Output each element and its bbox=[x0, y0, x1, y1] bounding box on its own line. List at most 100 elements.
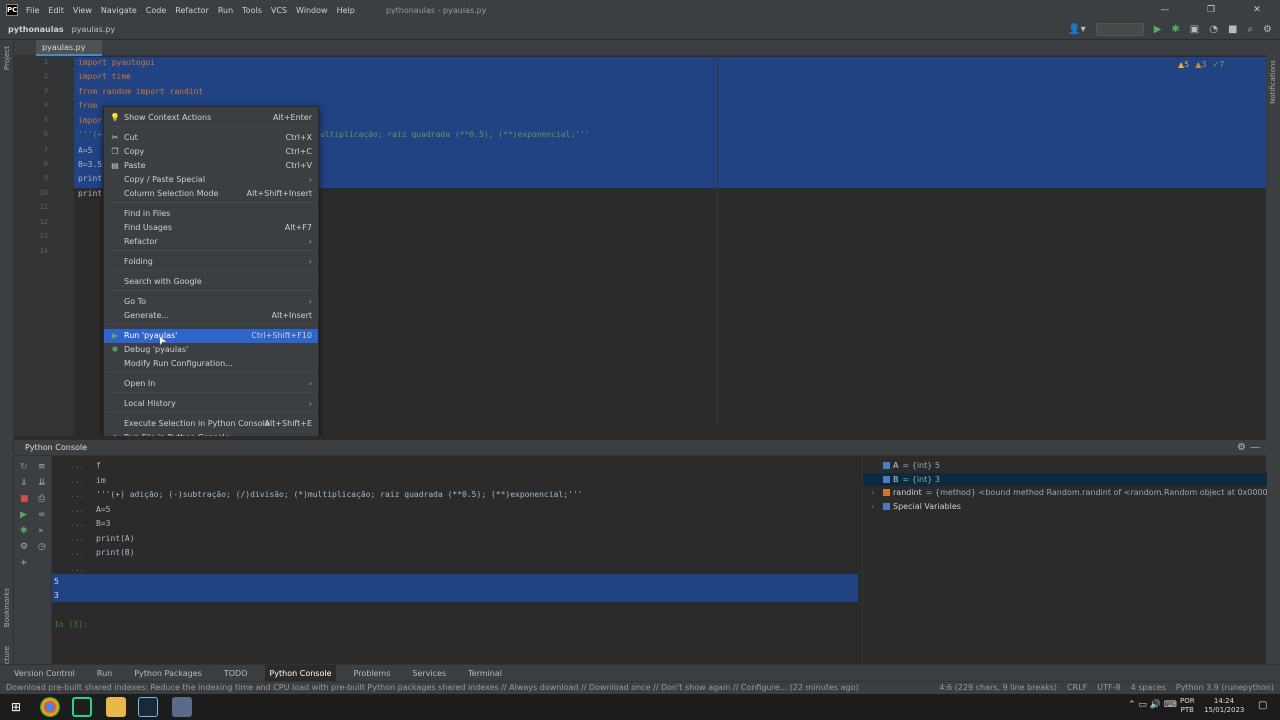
maximize-icon[interactable]: ❐ bbox=[1188, 0, 1234, 20]
tool-tab-python-console[interactable]: Python Console bbox=[265, 664, 336, 682]
profile-icon[interactable]: ◔ bbox=[1209, 24, 1218, 35]
menu-item-refactor[interactable]: Refactor bbox=[175, 6, 209, 15]
tool-tab-run[interactable]: Run bbox=[93, 665, 116, 682]
menu-item-vcs[interactable]: VCS bbox=[271, 6, 287, 15]
gear-icon[interactable]: ⚙ bbox=[1263, 24, 1272, 35]
run-configuration-select[interactable] bbox=[1095, 23, 1144, 36]
menu-item-search-with-google[interactable]: Search with Google bbox=[104, 275, 318, 289]
tab-pyaulas[interactable]: pyaulas.py bbox=[36, 40, 102, 56]
infinity-icon[interactable]: ∞ bbox=[38, 510, 46, 520]
menu-item-go-to[interactable]: Go To › bbox=[104, 295, 318, 309]
variable-row[interactable]: › Special Variables bbox=[863, 500, 1267, 513]
menu-item-refactor[interactable]: Refactor › bbox=[104, 235, 318, 249]
hide-panel-icon[interactable]: — bbox=[1250, 442, 1260, 453]
clock-icon[interactable]: ◷ bbox=[38, 542, 46, 552]
menu-item-run-pyaulas[interactable]: ▶ Run 'pyaulas' Ctrl+Shift+F10 bbox=[104, 329, 318, 343]
project-tool-tab[interactable]: Project bbox=[3, 46, 11, 70]
debug-console-icon[interactable]: ✱ bbox=[20, 526, 28, 536]
input-language[interactable]: POR PTB bbox=[1180, 697, 1195, 715]
menu-item-cut[interactable]: ✂ Cut Ctrl+X bbox=[104, 131, 318, 145]
menu-item-column-selection-mode[interactable]: Column Selection Mode Alt+Shift+Insert bbox=[104, 187, 318, 201]
search-icon[interactable]: ⌕ bbox=[1247, 24, 1253, 35]
minimize-icon[interactable]: — bbox=[1142, 0, 1188, 20]
menu-item-edit[interactable]: Edit bbox=[48, 6, 64, 15]
menu-item-folding[interactable]: Folding › bbox=[104, 255, 318, 269]
menu-item-code[interactable]: Code bbox=[146, 6, 166, 15]
status-widget[interactable]: CRLF bbox=[1067, 682, 1087, 694]
tool-tab-services[interactable]: Services bbox=[408, 665, 450, 682]
menu-item-navigate[interactable]: Navigate bbox=[101, 6, 137, 15]
menu-item-find-in-files[interactable]: Find in Files bbox=[104, 207, 318, 221]
tool-tab-terminal[interactable]: Terminal bbox=[464, 665, 506, 682]
close-icon[interactable]: ✕ bbox=[1234, 0, 1280, 20]
console-settings-icon[interactable]: ⚙ bbox=[20, 542, 28, 552]
console-output[interactable] bbox=[52, 456, 858, 664]
tool-tab-version-control[interactable]: Version Control bbox=[10, 665, 79, 682]
menu-item-help[interactable]: Help bbox=[337, 6, 355, 15]
format-icon[interactable]: ⇊ bbox=[38, 478, 46, 488]
debug-icon[interactable]: ✱ bbox=[1171, 24, 1179, 35]
tool-tab-python-packages[interactable]: Python Packages bbox=[130, 665, 206, 682]
user-icon[interactable]: 👤▾ bbox=[1068, 24, 1085, 35]
menu-item-run[interactable]: Run bbox=[218, 6, 233, 15]
notifications-tool-tab[interactable]: Notifications bbox=[1269, 60, 1277, 104]
menu-item-local-history[interactable]: Local History › bbox=[104, 397, 318, 411]
menu-item-show-context-actions[interactable]: 💡 Show Context Actions Alt+Enter bbox=[104, 111, 318, 125]
coverage-icon[interactable]: ▣ bbox=[1190, 24, 1199, 35]
status-widget[interactable]: Python 3.9 (runepython) bbox=[1176, 682, 1274, 694]
print-icon[interactable]: ⎙ bbox=[38, 494, 45, 504]
tool-tab-todo[interactable]: TODO bbox=[220, 665, 252, 682]
expand-arrow-icon[interactable]: › bbox=[871, 500, 874, 513]
menu-item-shortcut: Ctrl+C bbox=[285, 147, 312, 156]
menu-item-find-usages[interactable]: Find Usages Alt+F7 bbox=[104, 221, 318, 235]
breadcrumb-file[interactable]: pyaulas.py bbox=[72, 25, 115, 34]
inspection-widget[interactable]: ▲5 ▲3 ✓7 bbox=[1178, 60, 1224, 69]
menu-separator bbox=[108, 270, 314, 271]
menu-item-paste[interactable]: ▤ Paste Ctrl+V bbox=[104, 159, 318, 173]
status-message[interactable]: Download pre-built shared indexes: Reduc… bbox=[6, 682, 859, 694]
menu-item-window[interactable]: Window bbox=[296, 6, 328, 15]
windows-start-icon[interactable]: ⊞ bbox=[6, 697, 26, 717]
settings-gear-icon[interactable]: ⚙ bbox=[1237, 442, 1246, 453]
menu-item-generate[interactable]: Generate... Alt+Insert bbox=[104, 309, 318, 323]
expand-arrow-icon[interactable]: › bbox=[871, 486, 874, 499]
variable-value: = {method} <bound method Random.randint … bbox=[925, 488, 1267, 497]
bookmarks-tool-tab[interactable]: Bookmarks bbox=[3, 588, 11, 627]
stop-icon[interactable]: ■ bbox=[1228, 24, 1237, 35]
status-widget[interactable]: 4 spaces bbox=[1131, 682, 1166, 694]
variable-row[interactable]: › randint = {method} <bound method Random.… bbox=[863, 486, 1267, 499]
pycharm-taskbar-icon[interactable] bbox=[72, 697, 92, 717]
execute-icon[interactable]: ▶ bbox=[20, 510, 27, 520]
variable-row[interactable]: B = {int} 3 bbox=[863, 472, 1267, 486]
steam-icon[interactable] bbox=[138, 697, 158, 717]
menu-item-debug-pyaulas[interactable]: ✱ Debug 'pyaulas' bbox=[104, 343, 318, 357]
menu-item-label: Copy / Paste Special bbox=[124, 175, 206, 184]
file-explorer-icon[interactable] bbox=[106, 697, 126, 717]
scroll-end-icon[interactable]: ⇓ bbox=[20, 478, 28, 488]
menu-item-copy-paste-special[interactable]: Copy / Paste Special › bbox=[104, 173, 318, 187]
stop-console-icon[interactable]: ■ bbox=[20, 494, 29, 504]
menu-item-open-in[interactable]: Open In › bbox=[104, 377, 318, 391]
soft-wrap-icon[interactable]: ≡ bbox=[38, 462, 46, 472]
run-icon[interactable]: ▶ bbox=[1154, 24, 1162, 35]
menu-item-modify-run-configuration[interactable]: Modify Run Configuration... bbox=[104, 357, 318, 371]
clock[interactable]: 14:24 15/01/2023 bbox=[1204, 697, 1244, 715]
menu-item-file[interactable]: File bbox=[26, 6, 39, 15]
menu-item-tools[interactable]: Tools bbox=[242, 6, 262, 15]
variable-row[interactable]: A = {int} 5 bbox=[863, 459, 1267, 472]
status-widget[interactable]: UTF-8 bbox=[1097, 682, 1120, 694]
breadcrumb-project[interactable]: pythonaulas bbox=[8, 25, 64, 34]
tray-icons[interactable]: ⌃ ▭ 🔊 ⌨ bbox=[1128, 700, 1177, 710]
history-icon[interactable]: » bbox=[38, 526, 44, 536]
notification-center-icon[interactable]: ▢ bbox=[1258, 700, 1267, 711]
status-widget[interactable]: 4:6 (229 chars, 9 line breaks) bbox=[939, 682, 1057, 694]
rerun-icon[interactable]: ↻ bbox=[20, 462, 28, 472]
calculator-icon[interactable] bbox=[172, 697, 192, 717]
warning-count: ▲5 bbox=[1178, 60, 1190, 69]
chrome-icon[interactable] bbox=[40, 697, 60, 717]
menu-item-execute-selection-in-python-console[interactable]: Execute Selection in Python Console Alt+S… bbox=[104, 417, 318, 431]
menu-item-copy[interactable]: ❐ Copy Ctrl+C bbox=[104, 145, 318, 159]
tool-tab-problems[interactable]: Problems bbox=[350, 665, 395, 682]
new-console-icon[interactable]: + bbox=[20, 558, 28, 568]
menu-item-view[interactable]: View bbox=[73, 6, 92, 15]
